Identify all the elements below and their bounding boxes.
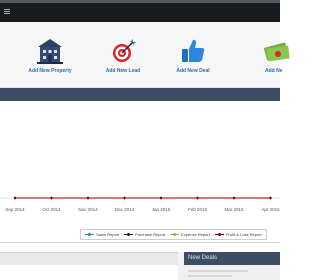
thumbs-up-icon xyxy=(182,39,205,62)
x-axis-tick-label: Nov 2014 xyxy=(78,207,98,212)
add-new-deal-button[interactable]: Add New Deal xyxy=(159,36,227,74)
add-new-deal-label: Add New Deal xyxy=(176,68,210,74)
data-point xyxy=(196,196,199,200)
x-axis-tick-label: Mar 2015 xyxy=(224,207,244,212)
data-point xyxy=(269,196,272,200)
legend-item-expense[interactable]: Expense Report xyxy=(170,232,210,237)
reports-line-chart: Sep 2014 Oct 2014 Nov 2014 Dec 2014 Jan 2015… xyxy=(0,196,280,212)
menu-icon[interactable] xyxy=(4,9,10,15)
legend-label: Sales Report xyxy=(96,232,120,237)
data-point xyxy=(13,196,17,200)
top-navigation-bar xyxy=(0,0,280,22)
legend-swatch xyxy=(124,233,134,236)
x-axis-tick-label: Oct 2014 xyxy=(42,207,61,212)
new-deals-header: New Deals xyxy=(184,252,280,265)
building-icon xyxy=(37,39,63,64)
x-axis-tick-label: Apr 2015 xyxy=(261,207,280,212)
add-new-lead-label: Add New Lead xyxy=(105,68,141,74)
bottom-left-panel-header xyxy=(0,252,178,265)
add-new-more-label: Add Ne xyxy=(265,68,283,74)
new-deals-panel: New Deals xyxy=(184,252,280,280)
add-new-property-button[interactable]: Add New Property xyxy=(16,36,84,74)
legend-swatch xyxy=(85,233,94,236)
legend-item-purchase[interactable]: Purchase Report xyxy=(124,232,165,237)
quick-actions-bar: Add New Property Add New Lead Add New De… xyxy=(0,22,290,88)
topbar-accent-strip xyxy=(0,0,280,3)
legend-item-profit-loss[interactable]: Profit & Loss Report xyxy=(214,232,262,237)
add-new-lead-button[interactable]: Add New Lead xyxy=(89,36,157,74)
add-new-more-button[interactable]: Add Ne xyxy=(240,36,290,74)
x-axis-tick-label: Sep 2014 xyxy=(5,207,25,212)
x-axis-tick-label: Feb 2015 xyxy=(188,207,208,212)
new-deals-placeholder-line xyxy=(188,275,232,277)
new-deals-placeholder-line xyxy=(188,270,248,272)
add-new-property-label: Add New Property xyxy=(28,68,72,74)
chart-panel-header xyxy=(0,88,280,101)
legend-item-sales[interactable]: Sales Report xyxy=(85,232,119,237)
legend-swatch xyxy=(214,233,224,236)
chart-legend: Sales Report Purchase Report Expense Rep… xyxy=(80,229,267,240)
new-deals-title: New Deals xyxy=(188,255,218,261)
x-axis-tick-label: Jan 2015 xyxy=(152,207,171,212)
legend-label: Expense Report xyxy=(181,232,210,237)
x-axis-tick-label: Dec 2014 xyxy=(115,207,135,212)
legend-label: Purchase Report xyxy=(135,232,166,237)
data-point xyxy=(50,196,53,200)
data-point xyxy=(123,196,126,200)
data-point xyxy=(86,196,90,200)
bottom-left-panel xyxy=(0,252,178,280)
money-icon xyxy=(264,42,290,62)
data-point xyxy=(159,196,163,200)
data-point xyxy=(232,196,236,200)
target-dart-icon xyxy=(113,39,136,62)
legend-label: Profit & Loss Report xyxy=(225,232,262,237)
legend-swatch xyxy=(170,233,180,236)
reports-chart-panel: Sep 2014 Oct 2014 Nov 2014 Dec 2014 Jan 2015… xyxy=(0,101,280,243)
